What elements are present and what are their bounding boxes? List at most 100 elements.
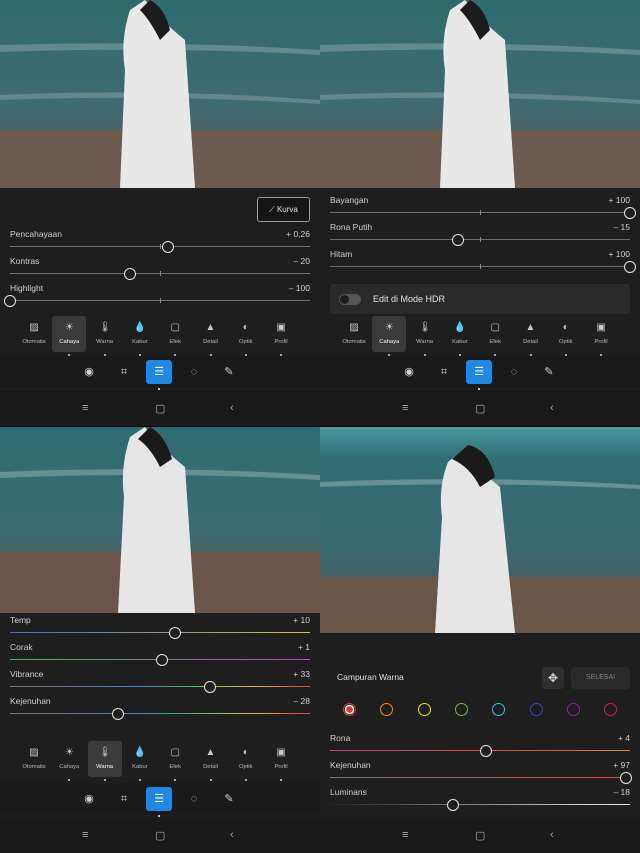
slider-thumb[interactable] [619, 772, 632, 784]
tab-warna[interactable]: 🌡 Warna [408, 316, 442, 356]
tab-warna[interactable]: 🌡 Warna [87, 741, 122, 781]
tab-profil[interactable]: ▣ Profil [264, 741, 298, 781]
tab-profil[interactable]: ▣ Profil [264, 316, 298, 356]
slider-hue[interactable]: Rona + 4 [330, 733, 630, 759]
home-icon[interactable]: ▢ [155, 402, 165, 415]
home-icon[interactable]: ▢ [155, 829, 165, 842]
tab-efek[interactable]: ▢ Efek [478, 316, 512, 356]
tab-optik[interactable]: ◐ Optik [549, 316, 583, 356]
back-icon[interactable]: ‹ [550, 402, 554, 414]
tab-label: Cahaya [379, 339, 400, 345]
slider-thumb[interactable] [112, 708, 124, 720]
presets-tool-button[interactable]: ◉ [76, 787, 102, 811]
slider-thumb[interactable] [124, 268, 136, 280]
system-nav-bar: ≡ ▢ ‹ [320, 817, 640, 853]
menu-icon[interactable]: ≡ [402, 402, 408, 414]
back-icon[interactable]: ‹ [230, 402, 234, 414]
crop-tool-button[interactable]: ⌗ [111, 787, 137, 811]
masking-tool-button[interactable]: ◌ [501, 360, 527, 384]
menu-icon[interactable]: ≡ [402, 829, 408, 841]
presets-tool-button[interactable]: ◉ [76, 360, 102, 384]
healing-tool-button[interactable]: ✎ [536, 360, 562, 384]
crop-tool-button[interactable]: ⌗ [431, 360, 457, 384]
slider-thumb[interactable] [169, 627, 181, 639]
done-button[interactable]: SELESAI [571, 667, 630, 689]
photo-preview [0, 427, 320, 613]
tab-cahaya[interactable]: ☀ Cahaya [52, 316, 87, 356]
slider-whites[interactable]: Rona Putih – 15 [330, 222, 630, 248]
blur-icon: 💧 [453, 322, 467, 333]
hdr-toggle[interactable] [339, 294, 361, 305]
menu-icon[interactable]: ≡ [82, 402, 88, 414]
presets-tool-button[interactable]: ◉ [396, 360, 422, 384]
detail-icon: ▲ [205, 322, 216, 333]
slider-thumb[interactable] [161, 241, 174, 253]
tab-optik[interactable]: ◐ Optik [229, 741, 263, 781]
tab-profil[interactable]: ▣ Profil [584, 316, 618, 356]
adjust-tool-button[interactable]: ☰ [466, 360, 492, 390]
slider-tint[interactable]: Corak + 1 [10, 642, 310, 668]
tab-otomatis[interactable]: ▨ Otomatis [337, 316, 371, 352]
color-swatch[interactable] [454, 703, 468, 716]
slider-exposure[interactable]: Pencahayaan + 0,26 [10, 229, 310, 255]
color-swatch[interactable] [343, 703, 356, 716]
masking-icon: ◌ [510, 366, 518, 378]
masking-tool-button[interactable]: ◌ [181, 360, 207, 384]
tab-kabur[interactable]: 💧 Kabur [123, 741, 157, 781]
slider-vibrance[interactable]: Vibrance + 33 [10, 669, 310, 695]
healing-tool-button[interactable]: ✎ [216, 787, 242, 811]
slider-label: Kejenuhan [330, 760, 371, 770]
slider-thumb[interactable] [203, 681, 216, 693]
home-icon[interactable]: ▢ [475, 829, 485, 842]
slider-highlight[interactable]: Highlight – 100 [4, 283, 310, 309]
tab-label: Warna [416, 339, 434, 345]
tab-cahaya[interactable]: ☀ Cahaya [372, 316, 407, 356]
slider-thumb[interactable] [624, 207, 636, 219]
slider-thumb[interactable] [451, 234, 464, 246]
slider-value: + 100 [608, 195, 630, 205]
adjust-tool-button[interactable]: ☰ [146, 787, 172, 817]
tab-kabur[interactable]: 💧 Kabur [123, 316, 157, 356]
slider-thumb[interactable] [155, 654, 168, 666]
target-adjust-button[interactable]: ✥ [542, 667, 564, 689]
tab-label: Optik [239, 339, 253, 345]
slider-thumb[interactable] [4, 295, 16, 307]
tab-detail[interactable]: ▲ Detail [194, 316, 228, 356]
tab-cahaya[interactable]: ☀ Cahaya [52, 741, 86, 781]
slider-temp[interactable]: Temp + 10 [10, 615, 310, 641]
tab-warna[interactable]: 🌡 Warna [88, 316, 122, 356]
masking-tool-button[interactable]: ◌ [181, 787, 207, 811]
tab-otomatis[interactable]: ▨ Otomatis [17, 741, 51, 777]
slider-thumb[interactable] [624, 261, 636, 273]
color-swatch[interactable] [417, 703, 431, 716]
slider-thumb[interactable] [447, 799, 459, 811]
back-icon[interactable]: ‹ [550, 829, 554, 841]
auto-icon: ▨ [29, 747, 39, 758]
home-icon[interactable]: ▢ [475, 402, 485, 415]
menu-icon[interactable]: ≡ [82, 829, 88, 841]
tab-optik[interactable]: ◐ Optik [229, 316, 263, 356]
slider-blacks[interactable]: Hitam + 100 [330, 249, 636, 275]
crop-tool-button[interactable]: ⌗ [111, 360, 137, 384]
healing-tool-button[interactable]: ✎ [216, 360, 242, 384]
color-swatch[interactable] [604, 703, 618, 716]
slider-luminance[interactable]: Luminans – 18 [330, 787, 630, 813]
slider-saturation[interactable]: Kejenuhan + 97 [330, 760, 632, 786]
slider-thumb[interactable] [480, 745, 492, 757]
tab-otomatis[interactable]: ▨ Otomatis [17, 316, 51, 352]
back-icon[interactable]: ‹ [230, 829, 234, 841]
tab-detail[interactable]: ▲ Detail [514, 316, 548, 356]
color-swatch[interactable] [566, 703, 580, 716]
slider-saturation[interactable]: Kejenuhan – 28 [10, 696, 310, 722]
tab-kabur[interactable]: 💧 Kabur [443, 316, 477, 356]
slider-shadows[interactable]: Bayangan + 100 [330, 195, 636, 221]
tab-efek[interactable]: ▢ Efek [158, 741, 192, 781]
tab-detail[interactable]: ▲ Detail [194, 741, 228, 781]
slider-contrast[interactable]: Kontras – 20 [10, 256, 310, 282]
color-swatch[interactable] [529, 703, 543, 716]
curve-button[interactable]: ⟋ Kurva [257, 197, 310, 222]
tab-label: Efek [169, 764, 181, 770]
adjust-tool-button[interactable]: ☰ [146, 360, 172, 390]
hdr-mode-row[interactable]: Edit di Mode HDR [330, 284, 630, 314]
tab-efek[interactable]: ▢ Efek [158, 316, 192, 356]
